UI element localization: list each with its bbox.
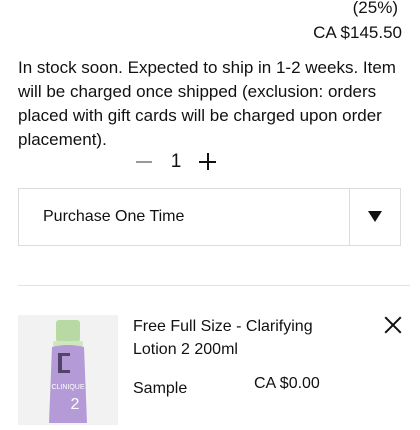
close-icon[interactable] bbox=[384, 316, 402, 334]
purchase-type-selected: Purchase One Time bbox=[43, 208, 185, 225]
product-price: CA $145.50 bbox=[313, 23, 402, 42]
select-divider bbox=[348, 189, 350, 245]
dropdown-arrow-icon[interactable] bbox=[368, 211, 382, 222]
item-type-label: Sample bbox=[133, 380, 188, 397]
minus-icon[interactable] bbox=[130, 148, 158, 176]
product-brand-label: CLINIQUE bbox=[51, 384, 84, 391]
clarifying-lotion-bottle-image: CLINIQUE 2 bbox=[49, 320, 87, 423]
free-item-price: CA $0.00 bbox=[254, 375, 320, 392]
purchase-type-select[interactable]: Purchase One Time bbox=[18, 188, 401, 246]
free-item-title[interactable]: Free Full Size - Clarifying Lotion 2 200… bbox=[133, 315, 353, 361]
section-divider bbox=[18, 285, 410, 286]
product-number-label: 2 bbox=[71, 396, 80, 413]
stock-message: In stock soon. Expected to ship in 1-2 w… bbox=[18, 58, 396, 149]
product-thumbnail: CLINIQUE 2 bbox=[18, 315, 118, 425]
quantity-stepper: 1 bbox=[130, 148, 222, 176]
quantity-value: 1 bbox=[170, 151, 182, 172]
discount-percentage: (25%) bbox=[352, 0, 398, 17]
plus-icon[interactable] bbox=[194, 148, 222, 176]
